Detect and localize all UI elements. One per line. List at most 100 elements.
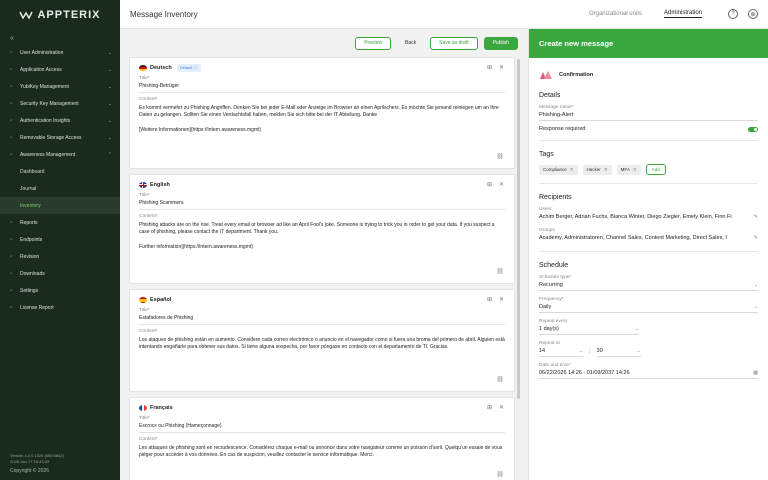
edit-users-icon[interactable]: ✎ [754,214,758,220]
storage-icon: ◦ [10,134,13,141]
logo-icon [19,11,34,20]
security-key-icon: ◦ [10,100,13,107]
tag-label: MFA [620,167,630,172]
chevron-down-icon: ⌄ [753,282,758,288]
users-field[interactable]: Achim Berger, Adrian Fuchs, Bianca Winte… [539,214,758,222]
link-icon[interactable]: ⛓ [496,268,504,275]
sidebar-item-label: Revision [20,253,40,260]
chevron-icon: ⌄ [107,100,112,107]
frequency-select[interactable]: Daily ⌄ [539,304,758,313]
response-required-toggle[interactable] [748,126,758,132]
translate-icon[interactable]: ⊞ [487,404,492,411]
sidebar-item-revision[interactable]: ◦ Revision [0,248,120,265]
remove-tag-icon[interactable]: ✕ [604,167,608,173]
build-date-text: 2026-Jan-17 18:43:43 [10,459,50,464]
sidebar-item-awareness-management[interactable]: ◦ Awareness Management ⌃ [0,146,120,163]
translate-icon[interactable]: ⊞ [487,64,492,71]
help-icon[interactable]: ? [728,9,738,19]
sidebar-subitem-dashboard[interactable]: Dashboard [0,163,120,180]
sidebar-item-label: Reports [20,219,38,226]
save-draft-button[interactable]: Save as draft [430,36,478,50]
schedule-type-select[interactable]: Recurring ⌄ [539,282,758,291]
chevron-down-icon: ⌄ [636,348,641,354]
repeat-every-select[interactable]: 1 day(s) ⌄ [539,326,639,335]
collapse-sidebar-icon[interactable]: « [0,30,120,44]
sidebar-item-label: Authentication Insights [20,117,71,124]
repeat-minute-select[interactable]: 30 ⌄ [596,348,641,357]
app-logo[interactable]: APPTERIX [0,0,120,30]
close-icon[interactable]: ✕ [499,181,504,188]
remove-tag-icon[interactable]: ✕ [633,167,637,173]
content-label: Content* [139,214,158,219]
add-tag-button[interactable]: Add [645,164,666,175]
revision-icon: ◦ [10,253,13,260]
tag-label: Compliance [543,167,567,172]
date-time-input[interactable]: 06/22/2026 14:26 - 01/09/2037 14:26 ▦ [539,370,758,379]
translate-icon[interactable]: ⊞ [487,296,492,303]
logo-text: APPTERIX [37,9,101,21]
card-tools: ⊞ ✕ [487,296,504,303]
sidebar-subitem-journal[interactable]: Journal [0,180,120,197]
topbar: Message Inventory Organizational units A… [120,0,768,29]
chevron-icon: ⌄ [107,83,112,90]
card-tools: ⊞ ✕ [487,404,504,411]
time-separator: : [589,348,591,355]
edit-groups-icon[interactable]: ✎ [754,235,758,241]
sidebar-item-authentication-insights[interactable]: ◦ Authentication Insights ⌄ [0,112,120,129]
calendar-icon[interactable]: ▦ [753,370,758,376]
language-card-deutsch: Deutsch Default ⓘ ⊞ ✕ Title* Phishing-Betrüge… [129,57,515,169]
translate-icon[interactable]: ⊞ [487,181,492,188]
sidebar-item-settings[interactable]: ◦ Settings [0,282,120,299]
repeat-hour-value: 14 [539,348,546,354]
page-title: Message Inventory [130,9,198,19]
title-underline [139,324,505,325]
panel-header: Create new message [529,29,768,58]
sidebar-item-license-report[interactable]: ◦ License Report [0,299,120,316]
sidebar-item-removable-storage-access[interactable]: ◦ Removable Storage Access ⌄ [0,129,120,146]
close-icon[interactable]: ✕ [499,404,504,411]
sidebar-subitem-inventory[interactable]: Inventory [0,197,120,214]
link-icon[interactable]: ⛓ [496,471,504,478]
content-textarea[interactable]: Les attaques de phishing sont en recrude… [130,445,514,460]
repeat-at-row: 14 ⌄ : 30 ⌄ [539,346,758,357]
sidebar-item-user-administration[interactable]: ◦ User Administration ⌄ [0,44,120,61]
title-input[interactable]: Phishing Scammers [130,200,514,207]
scrollbar[interactable] [517,59,520,399]
tag-chip[interactable]: Compliance ✕ [539,164,578,175]
remove-tag-icon[interactable]: ✕ [570,167,574,173]
message-name-input[interactable]: Phishing-Alert [539,112,758,121]
back-button[interactable]: Back [397,37,424,50]
card-header: English [130,175,514,189]
link-icon[interactable]: ⛓ [496,153,504,160]
title-input[interactable]: Phishing-Betrüger [130,83,514,90]
content-textarea[interactable]: Es kommt vermehrt zu Phishing Angriffen.… [130,105,514,134]
close-icon[interactable]: ✕ [499,64,504,71]
sidebar-item-yubikey-management[interactable]: ◦ YubiKey Management ⌄ [0,78,120,95]
title-input[interactable]: Estafadores de Phishing [130,315,514,322]
content-textarea[interactable]: Los ataques de phishing están en aumento… [130,337,514,352]
tag-chip[interactable]: Hacker ✕ [582,164,612,175]
sidebar-item-security-key-management[interactable]: ◦ Security Key Management ⌄ [0,95,120,112]
tag-chip[interactable]: MFA ✕ [616,164,641,175]
groups-field[interactable]: Academy, Administratoren, Channel Sales,… [539,235,758,243]
date-time-value: 06/22/2026 14:26 - 01/09/2037 14:26 [539,370,630,376]
sidebar-item-application-access[interactable]: ◦ Application Access ⌄ [0,61,120,78]
sidebar-item-downloads[interactable]: ◦ Downloads [0,265,120,282]
globe-icon[interactable]: ⊕ [748,9,758,19]
preview-button[interactable]: Preview [355,36,391,50]
org-units-link[interactable]: Organizational units [589,11,642,17]
sidebar-item-endpoints[interactable]: ◦ Endpoints [0,231,120,248]
language-card-español: Español ⊞ ✕ Title* Estafadores de Phishing Co… [129,289,515,392]
administration-link[interactable]: Administration [663,10,702,18]
close-icon[interactable]: ✕ [499,296,504,303]
link-icon[interactable]: ⛓ [496,376,504,383]
publish-button[interactable]: Publish [483,36,518,50]
card-header: Français [130,398,514,412]
divider [539,140,758,141]
repeat-hour-select[interactable]: 14 ⌄ [539,348,583,357]
title-input[interactable]: Escrocs ou Phishing (Hameçonnage) [130,423,514,430]
sidebar-item-reports[interactable]: ◦ Reports [0,214,120,231]
content-textarea[interactable]: Phishing attacks are on the rise. Treat … [130,222,514,251]
sidebar-item-label: Removable Storage Access [20,134,82,141]
sidebar: APPTERIX « ◦ User Administration ⌄ ◦ Applica… [0,0,120,480]
